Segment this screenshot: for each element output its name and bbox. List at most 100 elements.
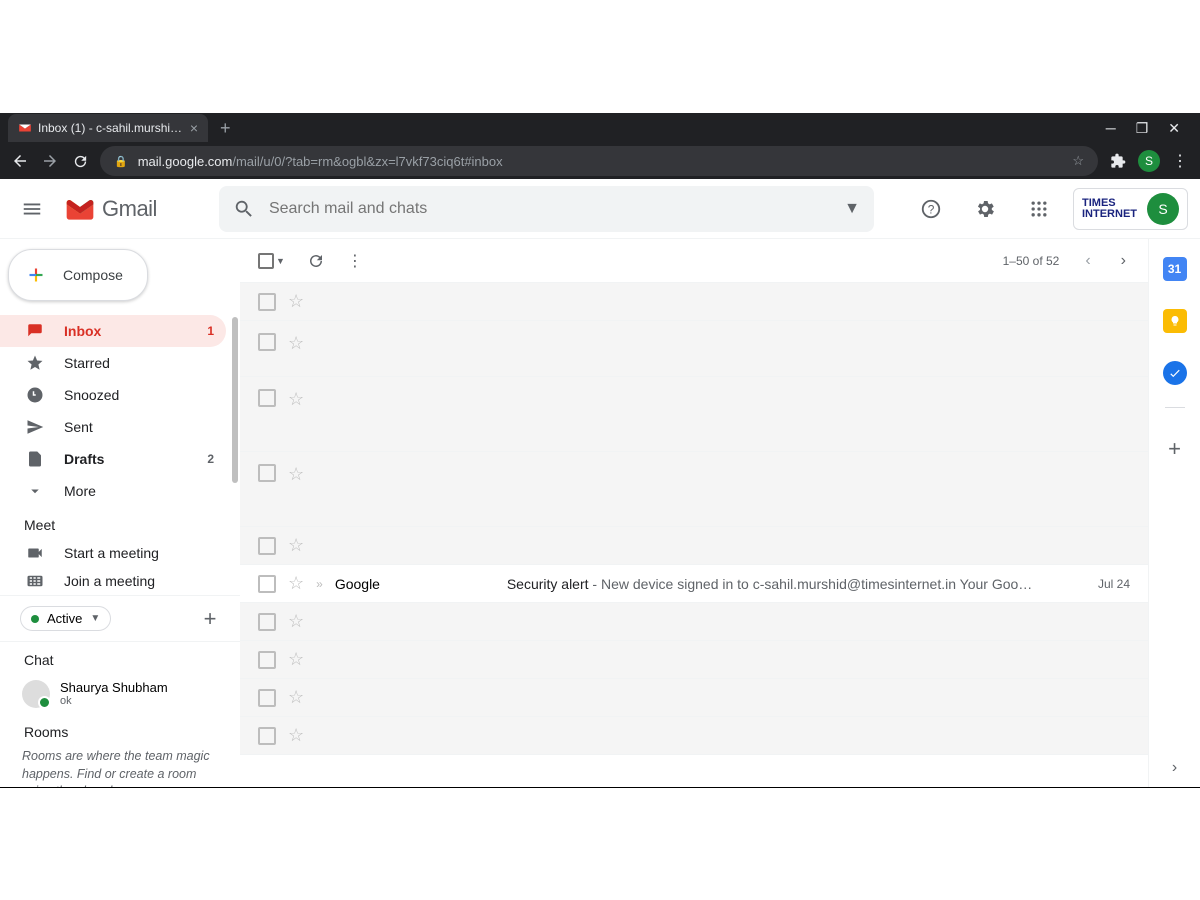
mail-checkbox[interactable]: [258, 464, 276, 482]
refresh-icon[interactable]: [307, 252, 325, 270]
nav-icon: [26, 354, 46, 372]
mail-row[interactable]: ☆: [240, 679, 1148, 717]
more-actions-icon[interactable]: ⋮: [347, 251, 363, 271]
mail-checkbox[interactable]: [258, 727, 276, 745]
mail-checkbox[interactable]: [258, 651, 276, 669]
gmail-logo-text: Gmail: [102, 196, 157, 222]
compose-button[interactable]: Compose: [8, 249, 148, 301]
mail-row[interactable]: ☆: [240, 452, 1148, 527]
contact-status: ok: [60, 695, 168, 707]
chevron-down-icon: ▼: [90, 613, 100, 624]
keep-addon-icon[interactable]: [1163, 309, 1187, 333]
side-panel-toggle-icon[interactable]: ›: [1172, 759, 1177, 777]
star-icon[interactable]: ☆: [288, 725, 304, 746]
contact-name: Shaurya Shubham: [60, 680, 168, 695]
mail-checkbox[interactable]: [258, 293, 276, 311]
mail-checkbox[interactable]: [258, 689, 276, 707]
mail-row[interactable]: ☆: [240, 527, 1148, 565]
window-close-icon[interactable]: ✕: [1168, 120, 1180, 137]
mail-row[interactable]: ☆: [240, 641, 1148, 679]
calendar-addon-icon[interactable]: 31: [1163, 257, 1187, 281]
tab-close-icon[interactable]: ×: [190, 120, 198, 136]
select-dropdown-icon[interactable]: ▼: [276, 256, 285, 266]
mail-checkbox[interactable]: [258, 575, 276, 593]
search-options-icon[interactable]: ▼: [844, 200, 860, 218]
star-icon[interactable]: ☆: [288, 611, 304, 632]
mail-row[interactable]: ☆: [240, 603, 1148, 641]
mail-checkbox[interactable]: [258, 389, 276, 407]
star-icon[interactable]: ☆: [288, 649, 304, 670]
gmail-favicon-icon: [18, 121, 32, 135]
sidebar-scrollbar[interactable]: [232, 317, 238, 483]
mail-toolbar: ▼ ⋮ 1–50 of 52 ‹ ›: [240, 239, 1148, 283]
page-prev-icon[interactable]: ‹: [1081, 248, 1094, 274]
search-box[interactable]: ▼: [219, 186, 874, 232]
main-menu-icon[interactable]: [12, 189, 52, 229]
google-apps-icon[interactable]: [1019, 189, 1059, 229]
select-all-checkbox[interactable]: [258, 253, 274, 269]
nav-starred[interactable]: Starred: [0, 347, 226, 379]
mail-row[interactable]: ☆: [240, 283, 1148, 321]
get-addons-icon[interactable]: +: [1168, 436, 1181, 462]
main-content: Compose Inbox1StarredSnoozedSentDrafts2M…: [0, 239, 1200, 787]
right-side-panel: 31 + ›: [1148, 239, 1200, 787]
page-top-margin: [0, 0, 1200, 113]
profile-avatar-chrome[interactable]: S: [1138, 150, 1160, 172]
compose-label: Compose: [63, 267, 123, 283]
nav-reload-icon[interactable]: [70, 153, 90, 170]
tasks-addon-icon[interactable]: [1163, 361, 1187, 385]
page-next-icon[interactable]: ›: [1117, 248, 1130, 274]
new-tab-button[interactable]: +: [220, 118, 231, 139]
mail-checkbox[interactable]: [258, 537, 276, 555]
mail-row[interactable]: ☆: [240, 321, 1148, 377]
mail-row[interactable]: ☆: [240, 377, 1148, 452]
browser-tab[interactable]: Inbox (1) - c-sahil.murshid@time ×: [8, 114, 208, 142]
window-maximize-icon[interactable]: ❐: [1136, 120, 1149, 137]
nav-drafts[interactable]: Drafts2: [0, 443, 226, 475]
support-icon[interactable]: ?: [911, 189, 951, 229]
chat-contact[interactable]: Shaurya Shubham ok: [0, 674, 240, 714]
account-avatar[interactable]: S: [1147, 193, 1179, 225]
star-icon[interactable]: ☆: [288, 464, 304, 485]
nav-forward-icon[interactable]: [40, 152, 60, 170]
pagination-info: 1–50 of 52: [1003, 254, 1060, 268]
chat-section-label: Chat: [0, 642, 240, 674]
nav-snoozed[interactable]: Snoozed: [0, 379, 226, 411]
star-icon[interactable]: ☆: [288, 291, 304, 312]
bookmark-star-icon[interactable]: ☆: [1072, 153, 1084, 169]
star-icon[interactable]: ☆: [288, 687, 304, 708]
nav-icon: [26, 418, 46, 436]
settings-gear-icon[interactable]: [965, 189, 1005, 229]
join-meeting[interactable]: Join a meeting: [0, 567, 226, 595]
nav-sent[interactable]: Sent: [0, 411, 226, 443]
mail-row[interactable]: ☆: [240, 717, 1148, 755]
star-icon[interactable]: ☆: [288, 535, 304, 556]
star-icon[interactable]: ☆: [288, 389, 304, 410]
meet-section-label: Meet: [0, 507, 240, 539]
mail-checkbox[interactable]: [258, 613, 276, 631]
mail-row[interactable]: ☆»GoogleSecurity alert - New device sign…: [240, 565, 1148, 603]
url-field[interactable]: 🔒 mail.google.com/mail/u/0/?tab=rm&ogbl&…: [100, 146, 1098, 176]
search-input[interactable]: [269, 200, 830, 218]
importance-marker-icon[interactable]: »: [316, 577, 323, 591]
chrome-menu-icon[interactable]: ⋮: [1170, 151, 1190, 171]
org-badge[interactable]: TIMES INTERNET S: [1073, 188, 1188, 230]
nav-inbox[interactable]: Inbox1: [0, 315, 226, 347]
new-chat-button[interactable]: +: [194, 603, 226, 635]
window-minimize-icon[interactable]: ─: [1106, 120, 1116, 137]
svg-text:?: ?: [928, 202, 935, 216]
start-meeting[interactable]: Start a meeting: [0, 539, 226, 567]
mail-date: Jul 24: [1074, 577, 1130, 591]
nav-more[interactable]: More: [0, 475, 226, 507]
nav-back-icon[interactable]: [10, 152, 30, 170]
mail-list: ☆☆☆☆☆☆»GoogleSecurity alert - New device…: [240, 283, 1148, 755]
search-icon: [233, 198, 255, 220]
extensions-icon[interactable]: [1108, 153, 1128, 169]
star-icon[interactable]: ☆: [288, 573, 304, 594]
url-host: mail.google.com/mail/u/0/?tab=rm&ogbl&zx…: [138, 154, 503, 169]
star-icon[interactable]: ☆: [288, 333, 304, 354]
mail-checkbox[interactable]: [258, 333, 276, 351]
status-pill[interactable]: Active▼: [20, 606, 111, 631]
gmail-logo[interactable]: Gmail: [64, 196, 157, 222]
org-logo: TIMES INTERNET: [1082, 198, 1137, 220]
